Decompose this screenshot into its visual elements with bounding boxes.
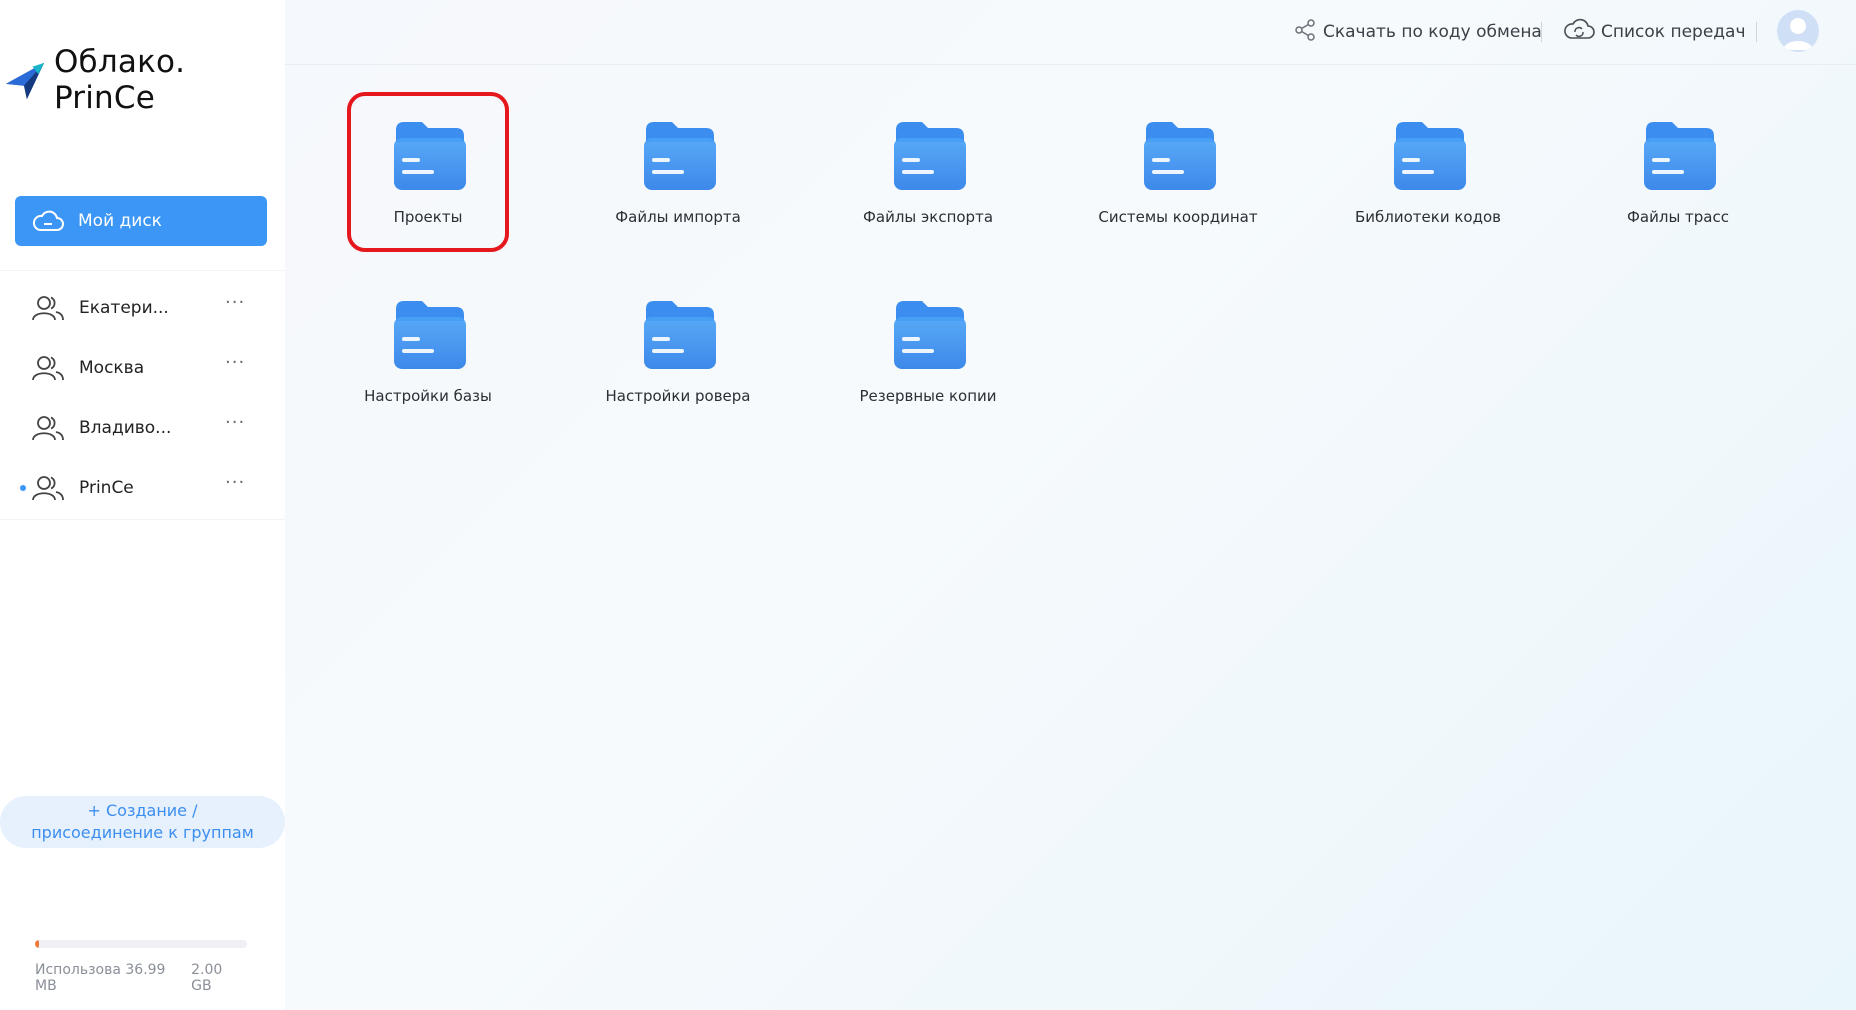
folder-name: Файлы экспорта xyxy=(862,208,994,226)
group-label: Владиво... xyxy=(79,418,172,438)
folder-name: Резервные копии xyxy=(859,387,997,405)
group-label: Екатери... xyxy=(79,298,169,318)
active-group-indicator xyxy=(20,485,26,491)
download-by-code-label: Скачать по коду обмена xyxy=(1323,22,1542,42)
folder-name: Файлы импорта xyxy=(615,208,741,226)
create-join-groups-label: + Создание / присоединение к группам xyxy=(31,801,254,842)
folder-base-settings[interactable]: Настройки базы xyxy=(328,299,528,419)
folder-export-files[interactable]: Файлы экспорта xyxy=(828,120,1028,240)
folder-icon xyxy=(394,301,466,369)
storage-used-label: Использова 36.99 MB xyxy=(35,962,166,994)
group-item-ekaterinburg[interactable]: Екатери... ··· xyxy=(0,286,285,330)
folder-icon xyxy=(1394,122,1466,190)
transfer-list-label: Список передач xyxy=(1601,22,1746,42)
transfer-list-button[interactable]: Список передач xyxy=(1563,18,1746,46)
storage-usage: Использова 36.99 MB 2.00 GB xyxy=(35,940,247,994)
group-icon xyxy=(31,354,65,382)
folder-name: Проекты xyxy=(393,208,463,226)
group-item-moscow[interactable]: Москва ··· xyxy=(0,346,285,390)
group-item-vladivostok[interactable]: Владиво... ··· xyxy=(0,406,285,450)
user-avatar[interactable] xyxy=(1777,10,1819,52)
sidebar: Облако. PrinCe Мой диск Екатери... ··· М… xyxy=(0,0,285,1010)
cloud-icon xyxy=(32,210,64,232)
more-options-icon[interactable]: ··· xyxy=(225,472,245,493)
more-options-icon[interactable]: ··· xyxy=(225,352,245,373)
group-icon xyxy=(31,414,65,442)
divider xyxy=(1541,22,1542,42)
app-window: Облако. PrinCe Мой диск Екатери... ··· М… xyxy=(0,0,1856,1010)
folder-name: Настройки базы xyxy=(364,387,492,405)
group-icon xyxy=(31,474,65,502)
folder-coordinate-systems[interactable]: Системы координат xyxy=(1078,120,1278,240)
download-by-code-button[interactable]: Скачать по коду обмена xyxy=(1293,18,1542,46)
my-disk-button[interactable]: Мой диск xyxy=(15,196,267,246)
folder-icon xyxy=(1644,122,1716,190)
folder-import-files[interactable]: Файлы импорта xyxy=(578,120,778,240)
folder-icon xyxy=(894,301,966,369)
folder-name: Настройки ровера xyxy=(605,387,751,405)
folder-icon xyxy=(644,122,716,190)
group-label: PrinCe xyxy=(79,478,134,498)
folder-icon xyxy=(394,122,466,190)
folder-icon xyxy=(1144,122,1216,190)
folder-rover-settings[interactable]: Настройки ровера xyxy=(578,299,778,419)
more-options-icon[interactable]: ··· xyxy=(225,292,245,313)
cloud-sync-icon xyxy=(1563,18,1595,46)
share-icon xyxy=(1293,18,1317,46)
top-bar: Скачать по коду обмена Список передач xyxy=(285,0,1856,65)
folder-name: Библиотеки кодов xyxy=(1355,208,1501,226)
divider xyxy=(1756,22,1757,42)
folder-icon xyxy=(644,301,716,369)
logo-text: Облако. PrinCe xyxy=(53,44,186,116)
folder-name: Системы координат xyxy=(1098,208,1258,226)
create-join-groups-button[interactable]: + Создание / присоединение к группам xyxy=(0,796,285,848)
folder-icon xyxy=(894,122,966,190)
logo: Облако. PrinCe xyxy=(4,44,285,116)
folder-name: Файлы трасс xyxy=(1627,208,1729,226)
paper-plane-logo-icon xyxy=(5,62,45,100)
group-label: Москва xyxy=(79,358,145,378)
folder-backups[interactable]: Резервные копии xyxy=(828,299,1028,419)
folder-projects[interactable]: Проекты xyxy=(328,120,528,240)
more-options-icon[interactable]: ··· xyxy=(225,412,245,433)
folder-code-libraries[interactable]: Библиотеки кодов xyxy=(1328,120,1528,240)
group-icon xyxy=(31,294,65,322)
storage-total-label: 2.00 GB xyxy=(191,962,223,994)
groups-list: Екатери... ··· Москва ··· Владиво... ··· xyxy=(0,270,285,520)
group-item-prince[interactable]: PrinCe ··· xyxy=(0,466,285,510)
folder-route-files[interactable]: Файлы трасс xyxy=(1578,120,1778,240)
storage-progress-fill xyxy=(35,940,39,948)
my-disk-label: Мой диск xyxy=(78,211,162,231)
storage-progress-bar xyxy=(35,940,247,948)
main-content: Скачать по коду обмена Список передач Пр… xyxy=(285,0,1856,1010)
